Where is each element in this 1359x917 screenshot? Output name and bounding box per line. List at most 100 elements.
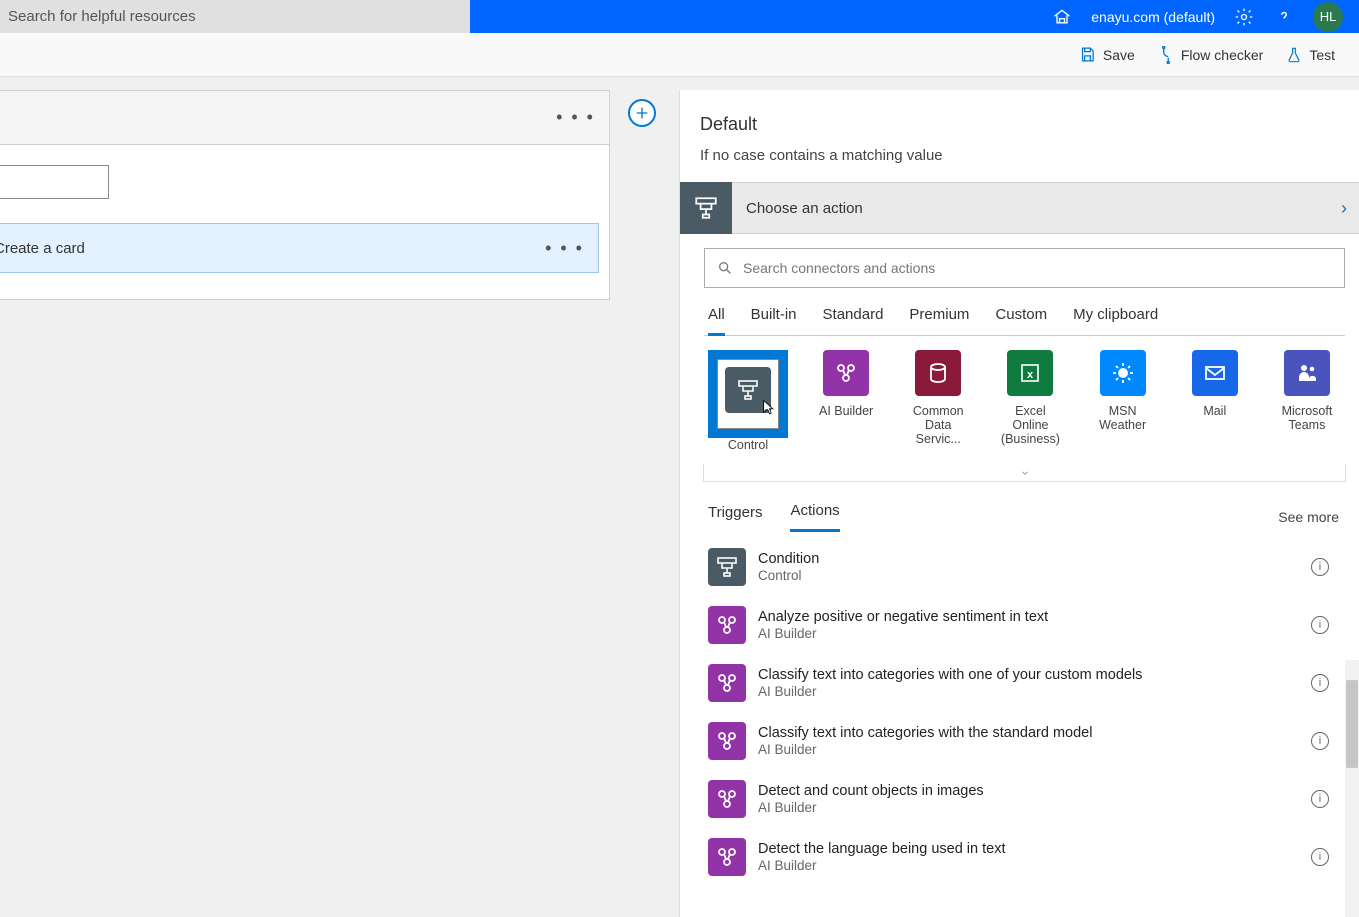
info-icon[interactable]: i — [1311, 674, 1329, 692]
connector-item[interactable]: Mail — [1181, 350, 1249, 452]
connector-icon — [1192, 350, 1238, 396]
help-icon[interactable] — [1273, 6, 1295, 28]
connector-icon: x — [1007, 350, 1053, 396]
action-title: Detect and count objects in images — [758, 783, 1311, 799]
action-connector: AI Builder — [758, 800, 1311, 815]
action-item[interactable]: Detect and count objects in images AI Bu… — [704, 770, 1339, 828]
topbar: Search for helpful resources enayu.com (… — [0, 0, 1359, 33]
connector-label: Control — [728, 438, 768, 452]
connector-icon — [1284, 350, 1330, 396]
tab-triggers[interactable]: Triggers — [708, 504, 762, 531]
toolbar: Save Flow checker Test — [0, 33, 1359, 77]
create-card-label: Create a card — [0, 240, 85, 257]
action-meta: Condition Control — [758, 551, 1311, 583]
scrollbar[interactable] — [1345, 660, 1359, 917]
action-meta: Classify text into categories with the s… — [758, 725, 1311, 757]
action-title: Analyze positive or negative sentiment i… — [758, 609, 1311, 625]
test-icon — [1285, 46, 1303, 64]
action-meta: Detect the language being used in text A… — [758, 841, 1311, 873]
action-title: Detect the language being used in text — [758, 841, 1311, 857]
action-connector: AI Builder — [758, 742, 1311, 757]
panel-subtitle: If no case contains a matching value — [680, 147, 1359, 182]
card-header: • • • — [0, 91, 609, 145]
category-tab[interactable]: My clipboard — [1073, 306, 1158, 335]
action-search-input[interactable]: Search connectors and actions — [704, 248, 1345, 288]
action-connector: AI Builder — [758, 858, 1311, 873]
expand-connectors[interactable] — [703, 464, 1346, 482]
action-list: Condition Control i Analyze positive or … — [704, 538, 1345, 917]
add-step-button[interactable] — [628, 99, 656, 127]
category-tab[interactable]: Standard — [823, 306, 884, 335]
action-item[interactable]: Classify text into categories with one o… — [704, 654, 1339, 712]
gear-icon[interactable] — [1233, 6, 1255, 28]
action-meta: Detect and count objects in images AI Bu… — [758, 783, 1311, 815]
action-body: Search connectors and actions All Built-i… — [680, 234, 1359, 917]
global-search-input[interactable]: Search for helpful resources — [0, 0, 470, 33]
environment-icon[interactable] — [1051, 6, 1073, 28]
connector-label: Microsoft Teams — [1273, 404, 1341, 432]
action-item[interactable]: Detect the language being used in text A… — [704, 828, 1339, 886]
action-meta: Classify text into categories with one o… — [758, 667, 1311, 699]
choose-action-label: Choose an action — [732, 200, 863, 217]
info-icon[interactable]: i — [1311, 848, 1329, 866]
save-label: Save — [1103, 47, 1135, 63]
action-title: Classify text into categories with one o… — [758, 667, 1311, 683]
avatar-initials: HL — [1320, 9, 1337, 24]
info-icon[interactable]: i — [1311, 558, 1329, 576]
action-item[interactable]: Condition Control i — [704, 538, 1339, 596]
connector-icon — [1100, 350, 1146, 396]
connector-item[interactable]: MSN Weather — [1089, 350, 1157, 452]
see-more-link[interactable]: See more — [1278, 509, 1339, 525]
connector-item[interactable]: Microsoft Teams — [1273, 350, 1341, 452]
save-button[interactable]: Save — [1079, 46, 1135, 64]
action-connector: Control — [758, 568, 1311, 583]
action-icon — [708, 838, 746, 876]
save-icon — [1079, 46, 1097, 64]
action-icon — [708, 722, 746, 760]
action-connector: AI Builder — [758, 684, 1311, 699]
scroll-thumb[interactable] — [1346, 680, 1358, 768]
category-tab[interactable]: Premium — [909, 306, 969, 335]
connector-item[interactable]: Common Data Servic... — [904, 350, 972, 452]
flow-checker-button[interactable]: Flow checker — [1157, 46, 1263, 64]
action-icon — [708, 606, 746, 644]
flow-step-card[interactable]: • • • Create a card • • • — [0, 90, 610, 300]
choose-action-icon — [680, 182, 732, 234]
action-icon — [708, 780, 746, 818]
choose-action-header[interactable]: Choose an action › — [680, 182, 1359, 234]
svg-text:x: x — [1027, 369, 1034, 381]
connector-label: Mail — [1203, 404, 1226, 418]
test-label: Test — [1309, 47, 1335, 63]
avatar[interactable]: HL — [1313, 2, 1343, 32]
search-placeholder: Search for helpful resources — [8, 8, 196, 25]
trigger-action-tabs: Triggers Actions See more — [704, 482, 1345, 532]
connector-item[interactable]: xExcel Online (Business) — [996, 350, 1064, 452]
card-input[interactable] — [0, 165, 109, 199]
connector-grid: Control AI Builder Common Data Servic... xE… — [704, 336, 1345, 464]
action-title: Condition — [758, 551, 1311, 567]
action-item[interactable]: Analyze positive or negative sentiment i… — [704, 596, 1339, 654]
tab-actions[interactable]: Actions — [790, 502, 839, 532]
action-item[interactable]: Classify text into categories with the s… — [704, 712, 1339, 770]
info-icon[interactable]: i — [1311, 790, 1329, 808]
flow-checker-label: Flow checker — [1181, 47, 1263, 63]
info-icon[interactable]: i — [1311, 616, 1329, 634]
connector-item[interactable]: AI Builder — [812, 350, 880, 452]
chevron-right-icon: › — [1341, 198, 1359, 219]
card-menu-icon[interactable]: • • • — [556, 107, 595, 128]
sub-card-menu-icon[interactable]: • • • — [545, 238, 584, 259]
connector-item[interactable]: Control — [708, 350, 788, 452]
action-icon — [708, 664, 746, 702]
connector-label: MSN Weather — [1089, 404, 1157, 432]
action-icon — [708, 548, 746, 586]
tenant-label[interactable]: enayu.com (default) — [1091, 9, 1215, 25]
flow-checker-icon — [1157, 46, 1175, 64]
category-tabs: All Built-in Standard Premium Custom My clipb… — [704, 288, 1345, 336]
category-tab[interactable]: All — [708, 306, 725, 336]
create-card-step[interactable]: Create a card • • • — [0, 223, 599, 273]
info-icon[interactable]: i — [1311, 732, 1329, 750]
category-tab[interactable]: Built-in — [751, 306, 797, 335]
category-tab[interactable]: Custom — [995, 306, 1047, 335]
connector-label: AI Builder — [819, 404, 873, 418]
test-button[interactable]: Test — [1285, 46, 1335, 64]
